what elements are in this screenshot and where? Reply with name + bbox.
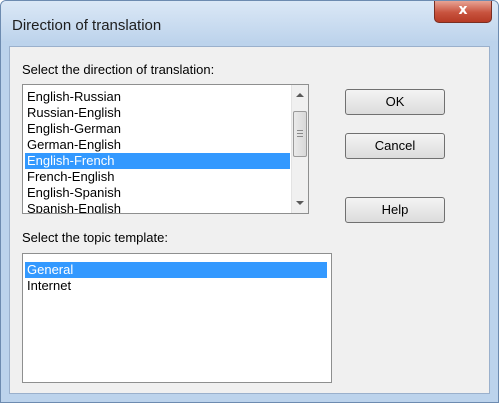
scroll-down-icon[interactable] xyxy=(296,201,304,205)
cancel-button[interactable]: Cancel xyxy=(345,133,445,159)
direction-item[interactable]: Russian-English xyxy=(25,105,290,121)
topic-item-selected[interactable]: General xyxy=(25,262,327,278)
direction-item[interactable]: French-English xyxy=(25,169,290,185)
direction-scrollbar[interactable] xyxy=(291,85,308,213)
scroll-up-icon[interactable] xyxy=(296,93,304,97)
help-button[interactable]: Help xyxy=(345,197,445,223)
topic-label: Select the topic template: xyxy=(22,230,168,245)
ok-button[interactable]: OK xyxy=(345,89,445,115)
title-bar[interactable]: Direction of translation x xyxy=(1,1,498,41)
scroll-thumb[interactable] xyxy=(293,111,307,157)
topic-listbox[interactable]: General Internet xyxy=(22,253,332,383)
direction-item[interactable]: English-Spanish xyxy=(25,185,290,201)
direction-listbox[interactable]: English-Russian Russian-English English-… xyxy=(22,84,309,214)
grip-icon xyxy=(297,130,303,131)
direction-item[interactable]: German-English xyxy=(25,137,290,153)
window-title: Direction of translation xyxy=(12,17,162,34)
direction-item[interactable]: English-Russian xyxy=(25,89,290,105)
topic-item[interactable]: Internet xyxy=(25,278,327,294)
direction-item[interactable]: English-German xyxy=(25,121,290,137)
close-button[interactable]: x xyxy=(434,1,492,23)
grip-icon xyxy=(297,136,303,137)
grip-icon xyxy=(297,133,303,134)
direction-item[interactable]: Spanish-English xyxy=(25,201,290,213)
direction-label: Select the direction of translation: xyxy=(22,62,215,77)
dialog-window: Direction of translation x Select the di… xyxy=(0,0,499,403)
dialog-client-area: Select the direction of translation: Eng… xyxy=(9,46,490,394)
close-icon: x xyxy=(458,2,468,18)
direction-item-selected[interactable]: English-French xyxy=(25,153,290,169)
